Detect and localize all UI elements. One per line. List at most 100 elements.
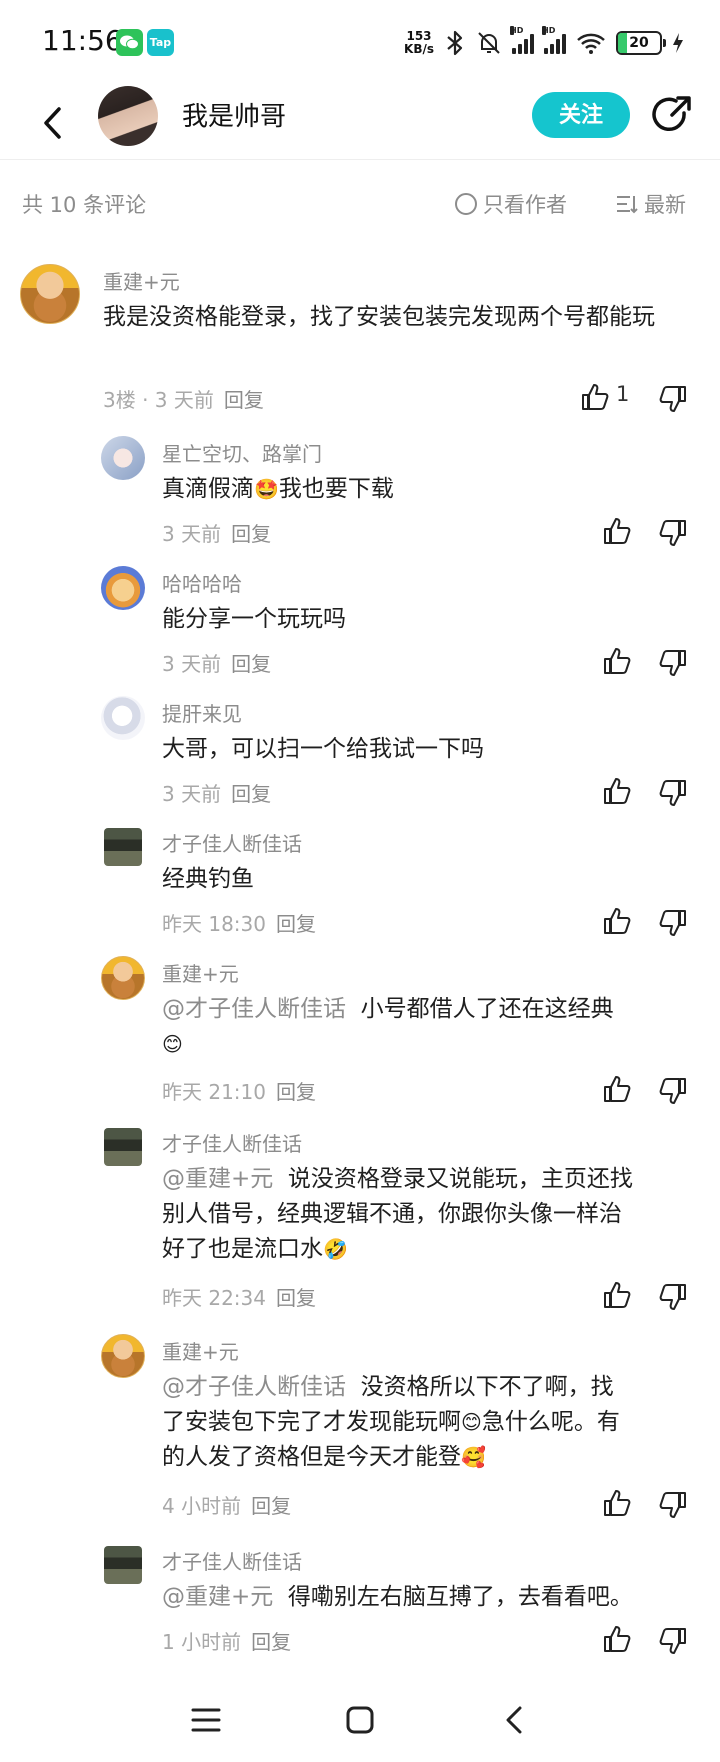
net-speed: 153 KB/s	[404, 29, 434, 56]
thumbs-down-icon[interactable]	[658, 1282, 688, 1312]
comment-author[interactable]: 才子佳人断佳话	[162, 1546, 302, 1575]
thumbs-down-icon[interactable]	[658, 908, 688, 938]
author-name[interactable]: 我是帅哥	[182, 96, 286, 133]
comment-author[interactable]: 才子佳人断佳话	[162, 1128, 302, 1157]
share-button[interactable]	[648, 91, 696, 139]
mention-link[interactable]: @重建+元	[162, 1584, 273, 1610]
avatar[interactable]	[104, 1128, 142, 1166]
mention-link[interactable]: @重建+元	[162, 1166, 273, 1192]
battery-indicator: 20	[616, 31, 666, 55]
back-button[interactable]	[32, 98, 72, 148]
avatar[interactable]	[101, 1334, 145, 1378]
mute-bell-icon	[478, 32, 500, 54]
only-author-toggle[interactable]: 只看作者	[455, 189, 567, 219]
comment-text: @重建+元 得嘞别左右脑互搏了，去看看吧。	[162, 1584, 633, 1610]
reply-button[interactable]: 回复	[276, 912, 316, 936]
mention-link[interactable]: @才子佳人断佳话	[162, 996, 346, 1022]
taptap-app-icon: Tap	[147, 29, 174, 56]
thumbs-up-icon[interactable]	[602, 906, 632, 936]
back-icon	[506, 1706, 522, 1734]
wifi-icon	[577, 33, 605, 54]
thumbs-up-icon[interactable]	[602, 646, 632, 676]
comment-author[interactable]: 才子佳人断佳话	[162, 828, 302, 857]
thumbs-down-icon[interactable]	[658, 1490, 688, 1520]
thumbs-up-icon[interactable]	[602, 776, 632, 806]
avatar[interactable]	[101, 566, 145, 610]
avatar[interactable]	[104, 1546, 142, 1584]
thumbs-down-icon[interactable]	[658, 518, 688, 548]
thumbs-up-icon[interactable]	[580, 382, 610, 412]
share-icon	[652, 96, 691, 132]
reply-item: 重建+元 @才子佳人断佳话 小号都借人了还在这经典 😊 昨天 21:10 回复	[0, 954, 720, 1114]
thumbs-down-icon[interactable]	[658, 1626, 688, 1656]
thumbs-up-icon[interactable]	[602, 1488, 632, 1518]
thumbs-down-icon[interactable]	[658, 384, 688, 414]
comment-author[interactable]: 重建+元	[162, 1336, 239, 1365]
thumbs-up-icon[interactable]	[602, 516, 632, 546]
sort-button[interactable]: 最新	[616, 189, 686, 219]
top-header: 我是帅哥 关注	[0, 86, 720, 160]
comment-author[interactable]: 重建+元	[162, 958, 239, 987]
reply-button[interactable]: 回复	[231, 522, 271, 546]
emoji: 😊	[162, 1032, 183, 1056]
comment-count: 共 10 条评论	[22, 193, 147, 217]
comment-text: @重建+元 说没资格登录又说能玩，主页还找 别人借号，经典逻辑不通，你跟你头像一样…	[162, 1162, 702, 1267]
bluetooth-icon	[447, 30, 463, 56]
comment-author[interactable]: 重建+元	[103, 266, 180, 295]
radio-circle-icon	[455, 193, 477, 215]
comment-meta: 3 天前 回复	[162, 782, 272, 806]
chevron-left-icon	[44, 107, 61, 139]
reply-button[interactable]: 回复	[231, 782, 271, 806]
reply-button[interactable]: 回复	[276, 1080, 316, 1104]
thumbs-down-icon[interactable]	[658, 1076, 688, 1106]
emoji: 🤩	[254, 477, 279, 501]
comment-text: @才子佳人断佳话 小号都借人了还在这经典 😊	[162, 992, 690, 1062]
like-count: 1	[616, 382, 630, 406]
comment-author[interactable]: 星亡空切、路掌门	[162, 438, 322, 467]
reply-button[interactable]: 回复	[231, 652, 271, 676]
reply-button[interactable]: 回复	[251, 1630, 291, 1654]
recent-apps-button[interactable]	[176, 1690, 236, 1750]
avatar[interactable]	[20, 264, 80, 324]
reply-button[interactable]: 回复	[224, 388, 264, 412]
thumbs-up-icon[interactable]	[602, 1624, 632, 1654]
comment-text: 经典钓鱼	[162, 866, 254, 892]
avatar[interactable]	[104, 828, 142, 866]
status-time: 11:56	[42, 24, 123, 57]
comment-meta: 昨天 22:34 回复	[162, 1286, 316, 1310]
comment-item: 重建+元 我是没资格能登录，找了安装包装完发现两个号都能玩 3楼 · 3 天前回…	[0, 262, 720, 412]
avatar[interactable]	[101, 436, 145, 480]
thumbs-up-icon[interactable]	[602, 1280, 632, 1310]
comment-text: 大哥，可以扫一个给我试一下吗	[162, 736, 484, 762]
comment-text: 我是没资格能登录，找了安装包装完发现两个号都能玩	[103, 304, 655, 330]
author-avatar[interactable]	[98, 86, 158, 146]
comment-text: 能分享一个玩玩吗	[162, 606, 346, 632]
emoji: 😊	[461, 1410, 482, 1434]
reply-button[interactable]: 回复	[276, 1286, 316, 1310]
emoji: 🥰	[461, 1445, 486, 1469]
thumbs-down-icon[interactable]	[658, 778, 688, 808]
avatar[interactable]	[101, 696, 145, 740]
status-bar: 11:56 Tap 153 KB/s HD HD 20	[0, 0, 720, 86]
avatar[interactable]	[101, 956, 145, 1000]
comment-text: 真滴假滴🤩我也要下载	[162, 472, 682, 507]
reply-item: 重建+元 @才子佳人断佳话 没资格所以下不了啊，找 了安装包下完了才发现能玩啊😊急…	[0, 1332, 720, 1532]
reply-item: 哈哈哈哈 能分享一个玩玩吗 3 天前 回复	[0, 564, 720, 684]
comment-author[interactable]: 哈哈哈哈	[162, 568, 242, 597]
comment-text: @才子佳人断佳话 没资格所以下不了啊，找 了安装包下完了才发现能玩啊😊急什么呢。有…	[162, 1370, 702, 1475]
reply-button[interactable]: 回复	[251, 1494, 291, 1518]
mention-link[interactable]: @才子佳人断佳话	[162, 1374, 346, 1400]
signal-2-icon: HD	[542, 26, 566, 54]
thumbs-down-icon[interactable]	[658, 648, 688, 678]
comment-meta: 3 天前 回复	[162, 652, 272, 676]
home-button[interactable]	[330, 1690, 390, 1750]
system-back-button[interactable]	[484, 1690, 544, 1750]
only-author-label: 只看作者	[483, 193, 567, 217]
comment-meta: 昨天 18:30 回复	[162, 912, 316, 936]
comment-meta: 3 天前 回复	[162, 522, 272, 546]
thumbs-up-icon[interactable]	[602, 1074, 632, 1104]
comment-author[interactable]: 提肝来见	[162, 698, 242, 727]
system-nav-bar	[0, 1682, 720, 1762]
follow-button[interactable]: 关注	[532, 92, 630, 138]
reply-item: 才子佳人断佳话 @重建+元 说没资格登录又说能玩，主页还找 别人借号，经典逻辑不通…	[0, 1124, 720, 1324]
